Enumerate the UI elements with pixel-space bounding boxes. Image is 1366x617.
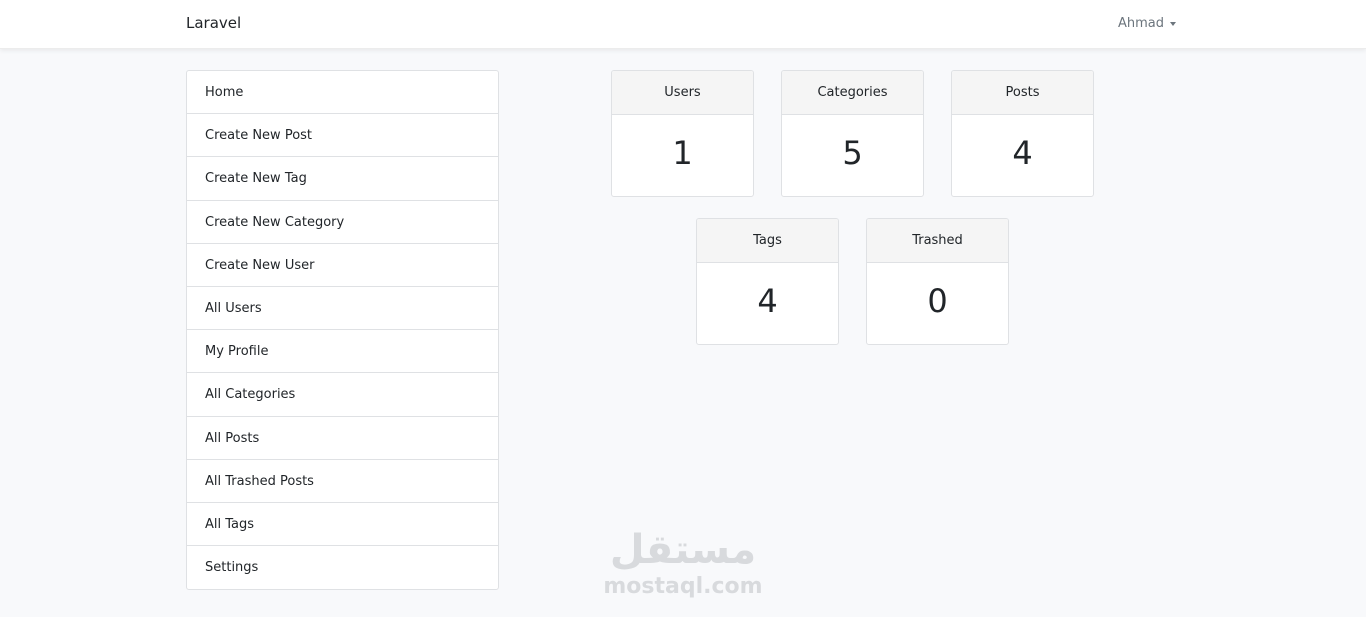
brand-link[interactable]: Laravel — [186, 14, 241, 32]
sidebar-item-create-new-user[interactable]: Create New User — [187, 244, 498, 287]
stat-card-count: 0 — [927, 282, 948, 320]
sidebar-item-create-new-category[interactable]: Create New Category — [187, 201, 498, 244]
sidebar-item-all-trashed-posts[interactable]: All Trashed Posts — [187, 460, 498, 503]
watermark: مستقل mostaql.com — [600, 526, 766, 600]
caret-down-icon — [1170, 21, 1177, 26]
stat-card-count: 4 — [1012, 134, 1033, 172]
user-name: Ahmad — [1118, 16, 1165, 31]
stat-card-title: Categories — [782, 71, 923, 115]
sidebar-item-home[interactable]: Home — [187, 71, 498, 115]
stat-card-posts: Posts 4 — [951, 70, 1094, 197]
stat-card-tags: Tags 4 — [696, 218, 839, 345]
sidebar-item-all-tags[interactable]: All Tags — [187, 503, 498, 547]
sidebar-item-all-categories[interactable]: All Categories — [187, 373, 498, 417]
stat-card-title: Posts — [952, 71, 1093, 115]
stat-card-count: 5 — [842, 134, 863, 172]
sidebar-item-my-profile[interactable]: My Profile — [187, 330, 498, 374]
sidebar-item-create-new-post[interactable]: Create New Post — [187, 114, 498, 158]
sidebar-item-settings[interactable]: Settings — [187, 546, 498, 589]
watermark-arabic-text: مستقل — [609, 527, 757, 573]
stat-card-users: Users 1 — [611, 70, 754, 197]
watermark-latin-text: mostaql.com — [603, 574, 763, 599]
stat-card-trashed: Trashed 0 — [866, 218, 1009, 345]
sidebar-item-all-users[interactable]: All Users — [187, 287, 498, 331]
stat-card-count: 4 — [757, 282, 778, 320]
top-navbar: Laravel Ahmad — [0, 0, 1366, 49]
sidebar-menu: Home Create New Post Create New Tag Crea… — [186, 70, 499, 591]
stat-card-title: Tags — [697, 219, 838, 263]
sidebar-item-all-posts[interactable]: All Posts — [187, 417, 498, 460]
stat-card-count: 1 — [672, 134, 693, 172]
sidebar-item-create-new-tag[interactable]: Create New Tag — [187, 157, 498, 201]
stat-card-title: Users — [612, 71, 753, 115]
user-dropdown-toggle[interactable]: Ahmad — [1118, 16, 1177, 31]
stat-card-title: Trashed — [867, 219, 1008, 263]
stat-card-categories: Categories 5 — [781, 70, 924, 197]
